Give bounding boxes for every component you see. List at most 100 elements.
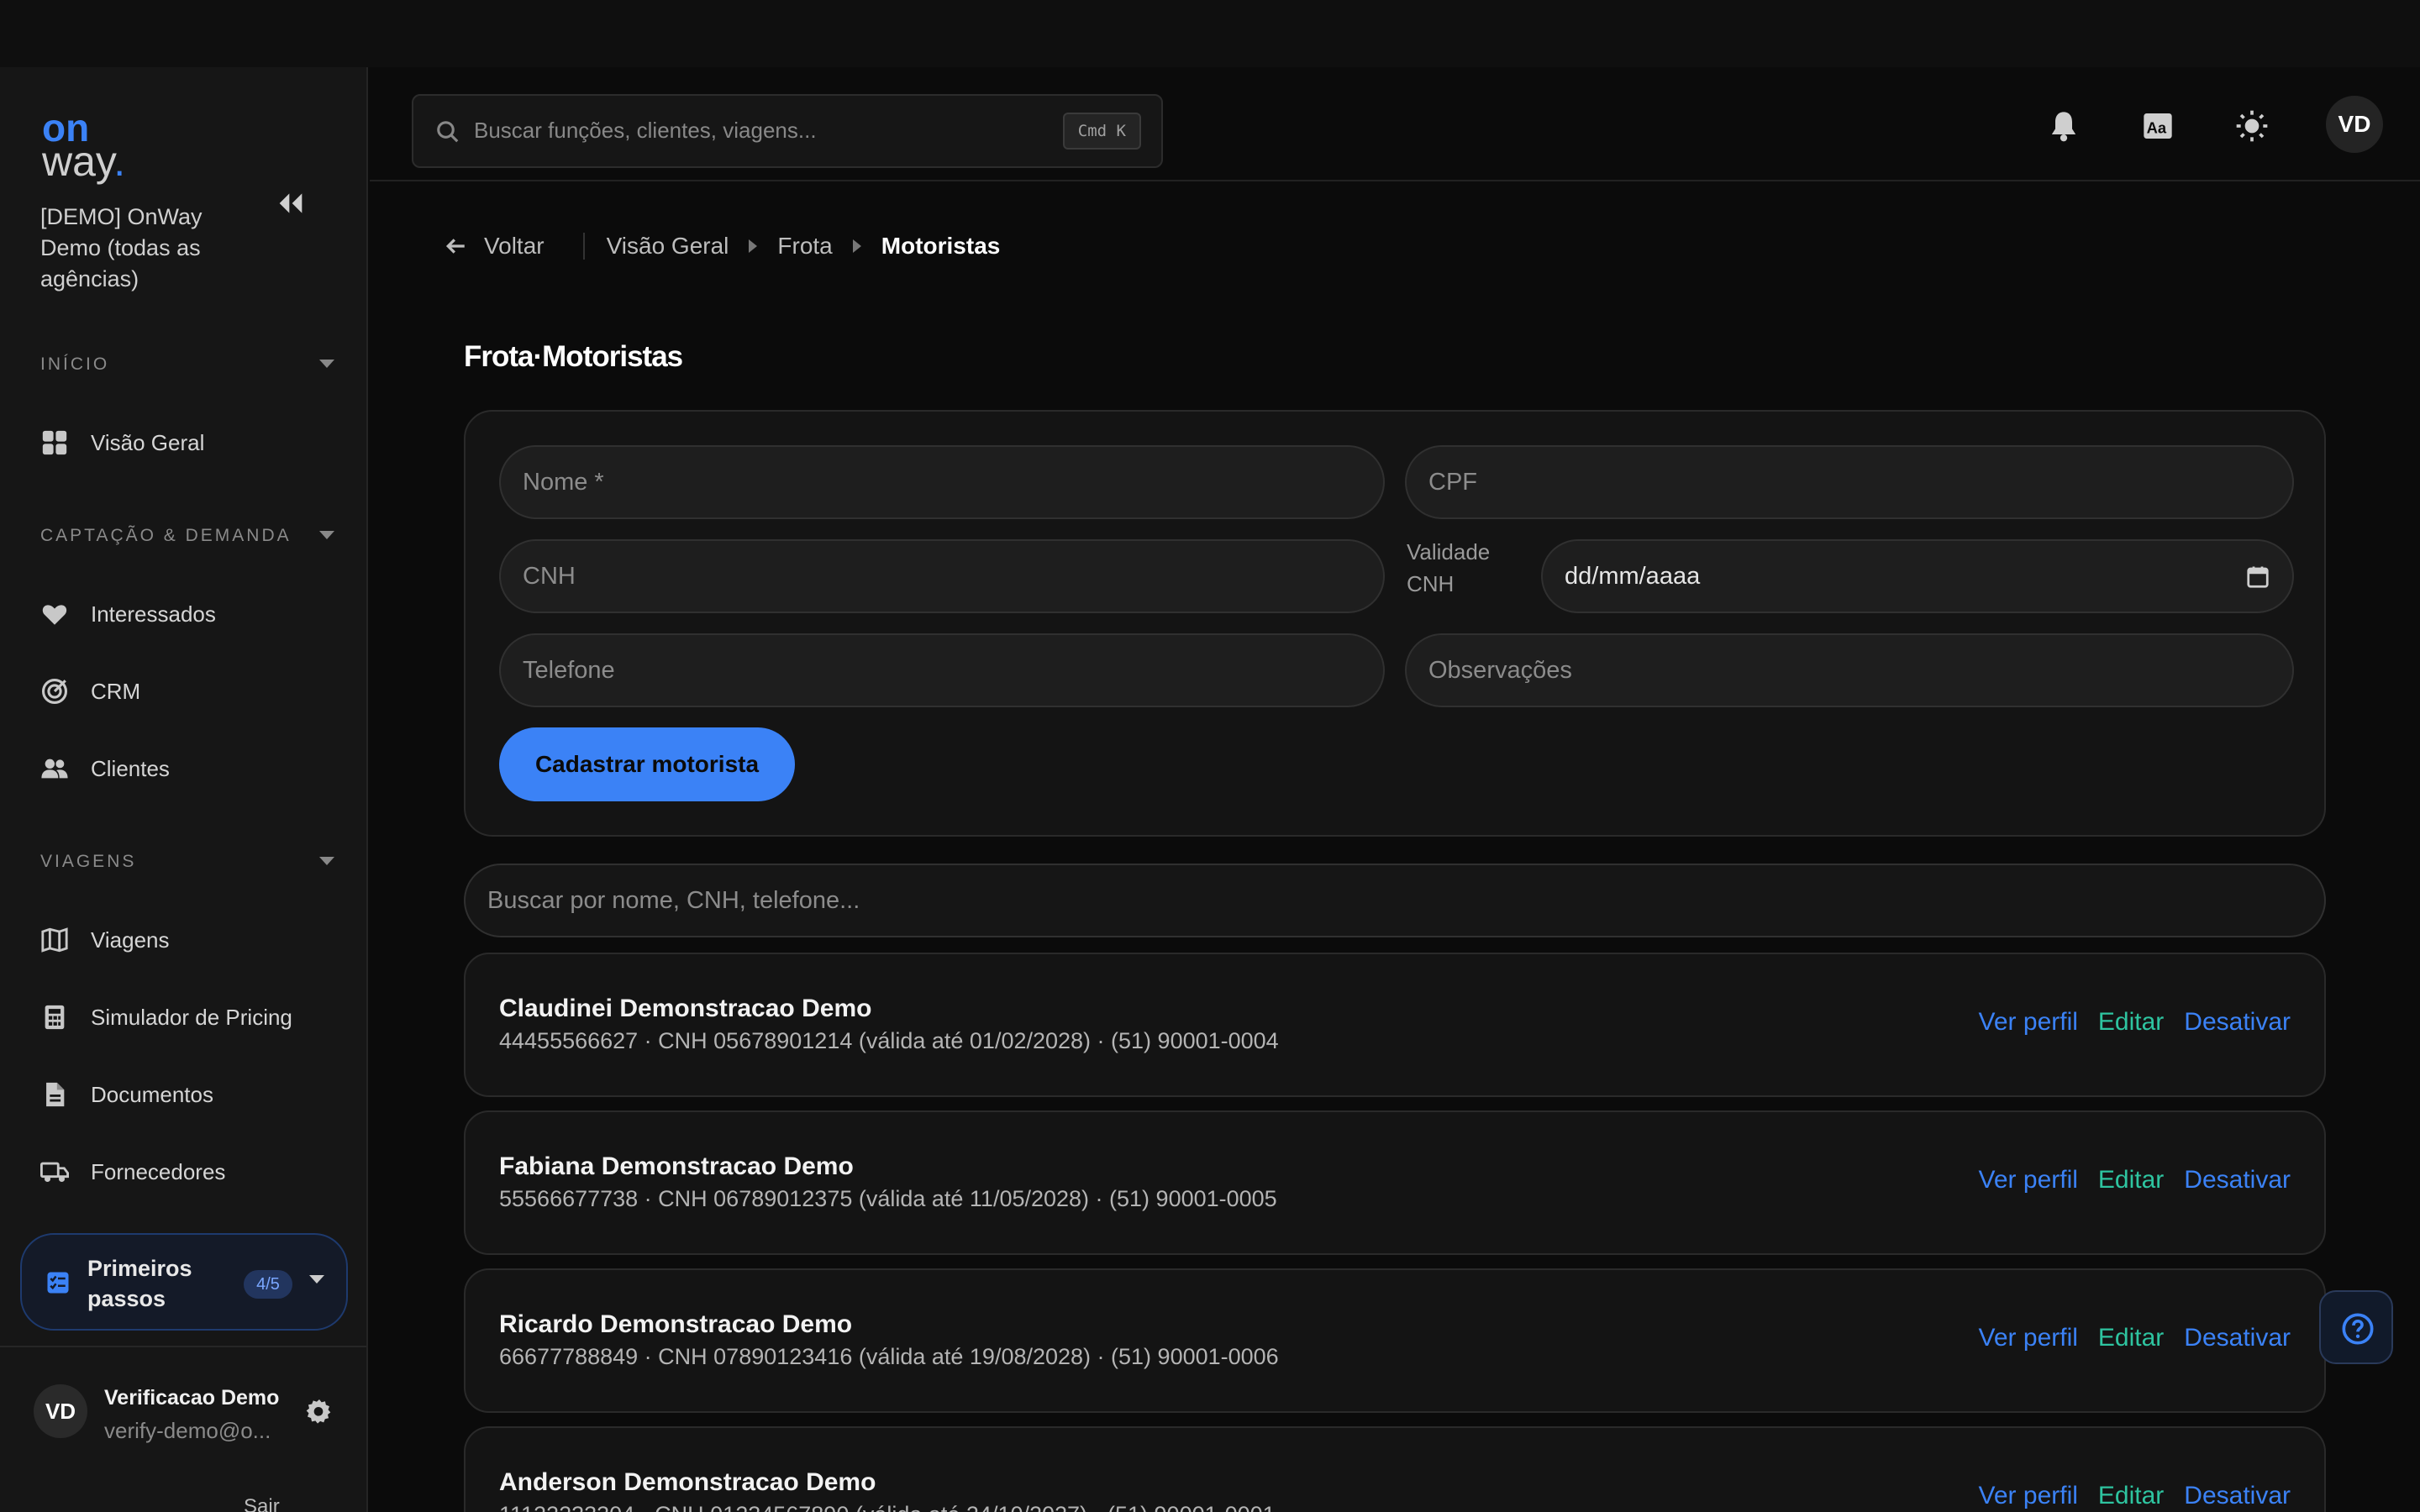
gear-icon[interactable] xyxy=(306,1398,333,1425)
back-button[interactable]: Voltar xyxy=(445,233,544,260)
section-viagens[interactable]: VIAGENS xyxy=(40,852,334,877)
organization-name: [DEMO] OnWay Demo (todas as agências) xyxy=(40,204,203,291)
window-top-bar xyxy=(0,0,2420,67)
sidebar-item-label: Documentos xyxy=(91,1081,213,1107)
deactivate-link[interactable]: Desativar xyxy=(2184,1008,2291,1037)
breadcrumb-separator-icon xyxy=(749,239,758,253)
chevron-down-icon xyxy=(309,1275,324,1284)
sidebar-item-label: Visão Geral xyxy=(91,429,205,455)
telefone-input[interactable]: Telefone xyxy=(499,633,1385,707)
user-name: Verificacao Demo xyxy=(104,1386,280,1410)
sidebar-item-label: Clientes xyxy=(91,755,170,781)
driver-search-input[interactable]: Buscar por nome, CNH, telefone... xyxy=(464,864,2326,937)
onboarding-label: Primeiros passos xyxy=(87,1256,192,1311)
logo-way: way xyxy=(42,138,114,185)
driver-name: Anderson Demonstracao Demo xyxy=(499,1468,876,1496)
sidebar-item-label: Interessados xyxy=(91,601,216,627)
driver-details: 44455566627 · CNH 05678901214 (válida at… xyxy=(499,1028,1279,1053)
help-button[interactable] xyxy=(2319,1290,2393,1364)
breadcrumb-visao-geral[interactable]: Visão Geral xyxy=(607,233,729,260)
global-search[interactable]: Buscar funções, clientes, viagens... Cmd… xyxy=(412,94,1163,168)
chevron-down-icon xyxy=(319,857,334,865)
deactivate-link[interactable]: Desativar xyxy=(2184,1482,2291,1510)
table-row: Fabiana Demonstracao Demo 55566677738 · … xyxy=(464,1110,2326,1255)
sidebar-item-documentos[interactable]: Documentos xyxy=(40,1074,343,1116)
sidebar-item-label: Simulador de Pricing xyxy=(91,1004,292,1030)
arrow-left-icon xyxy=(445,239,465,254)
validade-cnh-label: Validade CNH xyxy=(1407,539,1491,596)
page-title: Frota·Motoristas xyxy=(464,340,683,373)
view-profile-link[interactable]: Ver perfil xyxy=(1979,1324,2078,1352)
observacoes-input[interactable]: Observações xyxy=(1405,633,2294,707)
font-size-icon[interactable]: Aa xyxy=(2141,109,2175,143)
view-profile-link[interactable]: Ver perfil xyxy=(1979,1166,2078,1194)
sidebar-item-crm[interactable]: CRM xyxy=(40,670,343,712)
edit-link[interactable]: Editar xyxy=(2098,1482,2164,1510)
top-header: Buscar funções, clientes, viagens... Cmd… xyxy=(370,67,2420,181)
deactivate-link[interactable]: Desativar xyxy=(2184,1324,2291,1352)
sidebar-item-fornecedores[interactable]: Fornecedores xyxy=(40,1151,343,1193)
sidebar-item-viagens[interactable]: Viagens xyxy=(40,919,343,961)
logout-button[interactable]: Sair xyxy=(244,1495,280,1512)
logo[interactable]: on way. xyxy=(42,108,125,182)
breadcrumb-motoristas: Motoristas xyxy=(881,233,1001,259)
edit-link[interactable]: Editar xyxy=(2098,1008,2164,1037)
breadcrumb: Voltar Visão Geral Frota Motoristas xyxy=(445,225,1000,267)
section-inicio[interactable]: INÍCIO xyxy=(40,354,334,380)
search-input[interactable]: Buscar funções, clientes, viagens... xyxy=(474,118,817,144)
sidebar: on way. [DEMO] OnWay Demo (todas as agên… xyxy=(0,67,368,1512)
driver-details: 11122233304 · CNH 01234567890 (válida at… xyxy=(499,1502,1276,1512)
sidebar-item-label: Fornecedores xyxy=(91,1158,226,1184)
chevron-down-icon xyxy=(319,531,334,539)
target-icon xyxy=(41,678,68,705)
section-captacao[interactable]: CAPTAÇÃO & DEMANDA xyxy=(40,526,334,551)
sidebar-item-clientes[interactable]: Clientes xyxy=(40,748,343,790)
user-avatar[interactable]: VD xyxy=(34,1384,87,1438)
header-avatar[interactable]: VD xyxy=(2326,96,2383,153)
cpf-input[interactable]: CPF xyxy=(1405,445,2294,519)
view-profile-link[interactable]: Ver perfil xyxy=(1979,1482,2078,1510)
help-icon xyxy=(2342,1313,2374,1345)
shortcut-hint: Cmd K xyxy=(1062,113,1141,150)
table-row: Claudinei Demonstracao Demo 44455566627 … xyxy=(464,953,2326,1097)
cnh-input[interactable]: CNH xyxy=(499,539,1385,613)
collapse-sidebar-icon[interactable] xyxy=(274,186,308,220)
driver-details: 55566677738 · CNH 06789012375 (válida at… xyxy=(499,1186,1277,1211)
table-row: Ricardo Demonstracao Demo 66677788849 · … xyxy=(464,1268,2326,1413)
table-row: Anderson Demonstracao Demo 11122233304 ·… xyxy=(464,1426,2326,1512)
bell-icon[interactable] xyxy=(2047,109,2081,143)
validade-cnh-input[interactable]: dd/mm/aaaa xyxy=(1541,539,2294,613)
sidebar-item-label: Viagens xyxy=(91,927,170,953)
driver-name: Fabiana Demonstracao Demo xyxy=(499,1152,854,1180)
onboarding-progress-badge: 4/5 xyxy=(244,1270,292,1299)
truck-icon xyxy=(40,1162,69,1183)
sun-icon[interactable] xyxy=(2235,109,2269,143)
checklist-icon xyxy=(47,1272,69,1294)
user-email: verify-demo@o... xyxy=(104,1418,271,1443)
view-profile-link[interactable]: Ver perfil xyxy=(1979,1008,2078,1037)
breadcrumb-frota[interactable]: Frota xyxy=(777,233,832,260)
driver-details: 66677788849 · CNH 07890123416 (válida at… xyxy=(499,1344,1279,1369)
driver-form: Nome * CPF CNH Validade CNH dd/mm/aaaa T… xyxy=(464,410,2326,837)
driver-name: Ricardo Demonstracao Demo xyxy=(499,1310,853,1338)
sidebar-item-simulador[interactable]: Simulador de Pricing xyxy=(40,996,343,1038)
edit-link[interactable]: Editar xyxy=(2098,1166,2164,1194)
grid-icon xyxy=(42,430,67,455)
onboarding-steps[interactable]: Primeiros passos 4/5 xyxy=(20,1233,348,1331)
breadcrumb-separator-icon xyxy=(852,239,861,253)
calculator-icon xyxy=(45,1005,65,1030)
svg-text:Aa: Aa xyxy=(2147,118,2167,136)
calendar-icon[interactable] xyxy=(2245,564,2270,590)
driver-name: Claudinei Demonstracao Demo xyxy=(499,995,872,1022)
deactivate-link[interactable]: Desativar xyxy=(2184,1166,2291,1194)
nome-input[interactable]: Nome * xyxy=(499,445,1385,519)
heart-icon xyxy=(42,605,67,625)
document-icon xyxy=(46,1082,65,1107)
sidebar-item-visao-geral[interactable]: Visão Geral xyxy=(40,422,343,464)
edit-link[interactable]: Editar xyxy=(2098,1324,2164,1352)
sidebar-item-interessados[interactable]: Interessados xyxy=(40,593,343,635)
cadastrar-motorista-button[interactable]: Cadastrar motorista xyxy=(499,727,795,801)
search-icon xyxy=(437,121,459,143)
users-icon xyxy=(41,759,68,779)
chevron-down-icon xyxy=(319,360,334,368)
